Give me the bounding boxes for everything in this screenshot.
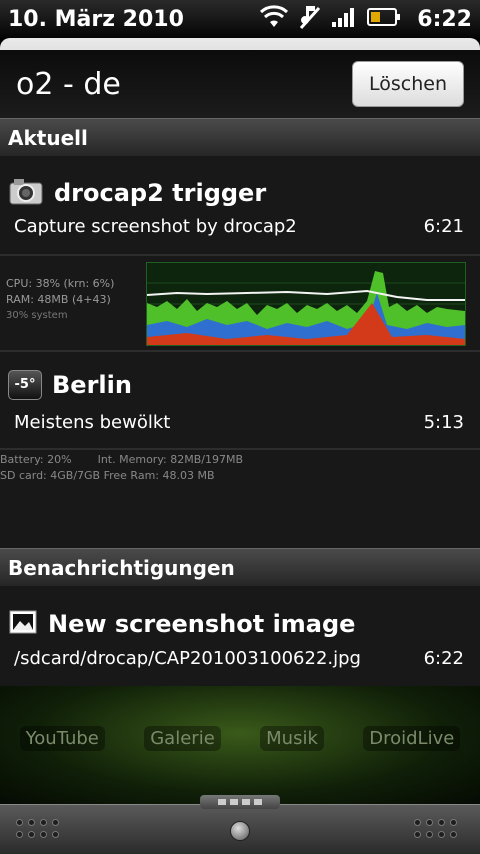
dock-label-youtube: YouTube <box>19 726 105 751</box>
notification-subtitle-row: /sdcard/drocap/CAP201003100622.jpg 6:22 <box>14 648 464 669</box>
carrier-name: o2 - de <box>16 66 121 102</box>
ongoing-subtitle: Capture screenshot by drocap2 <box>14 216 297 237</box>
weather-icon: -5° <box>8 370 42 400</box>
battery-icon <box>367 6 401 32</box>
memory-widget[interactable]: Battery: 20% Int. Memory: 82MB/197MB SD c… <box>0 450 480 548</box>
ongoing-title-row: -5° Berlin <box>8 370 132 400</box>
notification-header: o2 - de Löschen <box>0 38 480 118</box>
dock-label-droidlive: DroidLive <box>363 726 461 751</box>
drag-handle[interactable] <box>200 795 280 809</box>
notification-title: New screenshot image <box>48 610 356 638</box>
dock-label-music: Musik <box>260 726 324 751</box>
memory-info: Battery: 20% Int. Memory: 82MB/197MB SD c… <box>0 452 243 484</box>
grip-dots-left <box>16 819 59 838</box>
system-usage: 30% system <box>6 310 68 321</box>
status-bar[interactable]: 10. März 2010 6:22 <box>0 0 480 38</box>
notification-drawer-handle-bar[interactable] <box>0 795 480 854</box>
status-icons: 6:22 <box>259 4 472 34</box>
ongoing-title-row: drocap2 trigger <box>8 176 266 210</box>
ongoing-item-weather[interactable]: -5° Berlin Meistens bewölkt 5:13 <box>0 352 480 448</box>
ongoing-subtitle-row: Meistens bewölkt 5:13 <box>14 412 464 433</box>
notification-time: 6:22 <box>423 648 464 669</box>
grip-dots-right <box>414 819 457 838</box>
drawer-knob[interactable] <box>230 821 250 841</box>
internal-memory: Int. Memory: 82MB/197MB <box>97 453 244 466</box>
clear-button[interactable]: Löschen <box>352 61 464 107</box>
homescreen-background: YouTube Galerie Musik DroidLive <box>0 686 480 804</box>
cpu-graph-svg <box>146 263 465 345</box>
ongoing-time: 5:13 <box>423 412 464 433</box>
cpu-graph <box>146 262 466 346</box>
ongoing-item-drocap[interactable]: drocap2 trigger Capture screenshot by dr… <box>0 156 480 254</box>
ongoing-title: drocap2 trigger <box>54 179 267 207</box>
status-time: 6:22 <box>417 6 472 32</box>
ram-usage: RAM: 48MB (4+43) <box>6 293 111 306</box>
camera-icon <box>8 176 44 210</box>
ongoing-subtitle: Meistens bewölkt <box>14 412 171 433</box>
notification-item-screenshot[interactable]: New screenshot image /sdcard/drocap/CAP2… <box>0 586 480 686</box>
section-current: Aktuell <box>0 118 480 156</box>
section-notifications: Benachrichtigungen <box>0 548 480 586</box>
dock-label-gallery: Galerie <box>144 726 221 751</box>
cpu-stats: CPU: 38% (krn: 6%) RAM: 48MB (4+43) 30% … <box>6 276 114 324</box>
wifi-icon <box>259 5 289 33</box>
notification-subtitle: /sdcard/drocap/CAP201003100622.jpg <box>14 648 361 669</box>
signal-icon <box>331 6 357 32</box>
status-date: 10. März 2010 <box>8 6 184 32</box>
image-icon <box>8 608 38 640</box>
header-bar: o2 - de Löschen <box>0 50 480 118</box>
battery-level: Battery: 20% <box>0 453 72 466</box>
ongoing-subtitle-row: Capture screenshot by drocap2 6:21 <box>14 216 464 237</box>
cpu-usage: CPU: 38% (krn: 6%) <box>6 277 115 290</box>
ongoing-title: Berlin <box>52 371 132 399</box>
notification-title-row: New screenshot image <box>8 608 355 640</box>
sd-card-memory: SD card: 4GB/7GB Free Ram: 48.03 MB <box>0 469 215 482</box>
dock-labels: YouTube Galerie Musik DroidLive <box>0 726 480 751</box>
silent-mode-icon <box>299 4 321 34</box>
ongoing-time: 6:21 <box>423 216 464 237</box>
